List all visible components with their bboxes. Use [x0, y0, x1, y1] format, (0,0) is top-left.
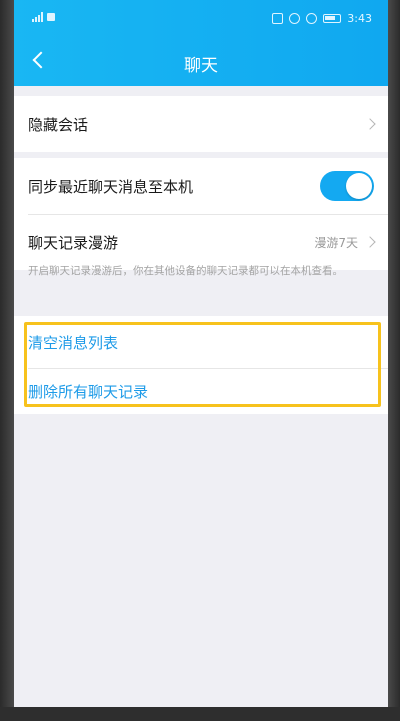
battery-icon	[323, 14, 342, 23]
notification-icon	[47, 13, 55, 21]
chevron-right-icon	[364, 118, 376, 130]
chevron-right-icon	[364, 236, 376, 248]
phone-bezel-right	[388, 0, 400, 721]
roaming-hint-text: 开启聊天记录漫游后，你在其他设备的聊天记录都可以在本机查看。	[28, 265, 343, 277]
hidden-chats-label: 隐藏会话	[28, 115, 89, 134]
mute-icon	[306, 13, 318, 24]
phone-screen: 3:43 聊天 隐藏会话 同步最近聊天消息至本机 聊天记录漫游 漫游7天 开启聊…	[14, 0, 388, 707]
clear-message-list-row[interactable]: 清空消息列表	[14, 316, 388, 368]
nfc-icon	[272, 13, 284, 24]
sync-messages-label: 同步最近聊天消息至本机	[28, 177, 194, 196]
section-clear: 清空消息列表 删除所有聊天记录	[14, 316, 388, 414]
chat-roaming-value: 漫游7天	[314, 235, 358, 250]
app-header: 3:43 聊天	[14, 0, 388, 86]
clear-message-list-label: 清空消息列表	[28, 333, 119, 352]
section-hidden-chats: 隐藏会话	[14, 96, 388, 152]
section-sync: 同步最近聊天消息至本机 聊天记录漫游 漫游7天	[14, 158, 388, 270]
delete-all-chats-label: 删除所有聊天记录	[28, 382, 149, 401]
phone-bezel-left	[0, 0, 14, 721]
sync-messages-toggle[interactable]	[320, 171, 374, 201]
alarm-icon	[289, 13, 301, 24]
status-time: 3:43	[347, 12, 372, 25]
page-title: 聊天	[184, 56, 218, 76]
sync-messages-row: 同步最近聊天消息至本机	[14, 158, 388, 214]
hidden-chats-row[interactable]: 隐藏会话	[14, 96, 388, 152]
status-right: 3:43	[272, 12, 372, 25]
status-left	[32, 12, 55, 22]
signal-icon	[32, 12, 43, 22]
toggle-knob	[346, 173, 372, 199]
chat-roaming-label: 聊天记录漫游	[28, 233, 119, 252]
phone-bezel-bottom	[0, 707, 400, 721]
status-bar: 3:43	[14, 0, 388, 34]
delete-all-chats-row[interactable]: 删除所有聊天记录	[14, 368, 388, 414]
